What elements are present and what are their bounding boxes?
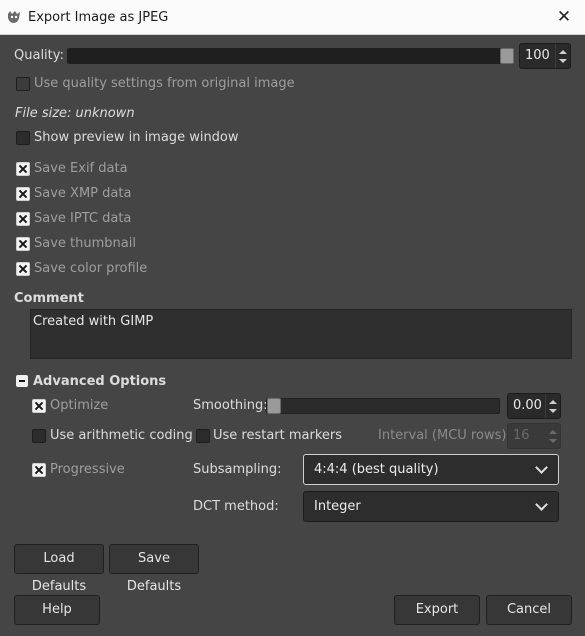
title-bar: Export Image as JPEG ✕ xyxy=(0,0,585,35)
interval-stepper xyxy=(545,424,560,448)
close-icon[interactable]: ✕ xyxy=(553,6,575,28)
chevron-down-icon xyxy=(535,498,548,511)
cancel-button[interactable]: Cancel xyxy=(486,595,572,625)
decrement-icon xyxy=(549,439,557,443)
subsampling-selected: 4:4:4 (best quality) xyxy=(314,462,439,477)
save-xmp-checkbox[interactable] xyxy=(16,187,30,201)
arithmetic-coding-checkbox[interactable] xyxy=(32,429,46,443)
dct-method-selected: Integer xyxy=(314,499,361,514)
smoothing-label: Smoothing: xyxy=(193,398,268,413)
progressive-checkbox[interactable] xyxy=(32,463,46,477)
optimize-label[interactable]: Optimize xyxy=(50,398,108,413)
increment-icon[interactable] xyxy=(549,400,557,404)
export-button[interactable]: Export xyxy=(394,595,480,625)
advanced-options-heading[interactable]: Advanced Options xyxy=(33,374,166,389)
help-button[interactable]: Help xyxy=(14,595,100,625)
use-original-quality-label[interactable]: Use quality settings from original image xyxy=(34,76,295,91)
progressive-label[interactable]: Progressive xyxy=(50,462,125,477)
comment-text[interactable]: Created with GIMP xyxy=(33,314,153,329)
show-preview-label[interactable]: Show preview in image window xyxy=(34,130,239,145)
dct-method-dropdown[interactable]: Integer xyxy=(303,491,559,522)
comment-heading: Comment xyxy=(14,291,84,306)
decrement-icon[interactable] xyxy=(549,409,557,413)
quality-slider-fill xyxy=(68,49,506,63)
load-defaults-button[interactable]: Load Defaults xyxy=(14,544,104,594)
smoothing-value: 0.00 xyxy=(513,398,542,413)
save-color-profile-checkbox[interactable] xyxy=(16,262,30,276)
save-exif-label[interactable]: Save Exif data xyxy=(34,161,128,176)
quality-value: 100 xyxy=(525,48,550,63)
save-thumbnail-checkbox[interactable] xyxy=(16,237,30,251)
increment-icon[interactable] xyxy=(559,50,567,54)
quality-spinbutton[interactable]: 100 xyxy=(519,43,571,69)
use-original-quality-checkbox[interactable] xyxy=(16,77,30,91)
quality-label: Quality: xyxy=(14,48,64,63)
save-xmp-label[interactable]: Save XMP data xyxy=(34,186,131,201)
window-title: Export Image as JPEG xyxy=(28,10,169,25)
file-size-label: File size: unknown xyxy=(15,106,135,121)
restart-markers-label[interactable]: Use restart markers xyxy=(213,428,342,443)
smoothing-slider[interactable] xyxy=(266,398,500,414)
quality-slider-handle[interactable] xyxy=(500,48,514,64)
comment-textarea[interactable]: Created with GIMP xyxy=(30,309,572,359)
gimp-app-icon xyxy=(6,9,22,25)
save-defaults-button[interactable]: Save Defaults xyxy=(109,544,199,594)
collapse-icon[interactable] xyxy=(16,375,28,387)
dct-method-label: DCT method: xyxy=(193,499,279,514)
smoothing-stepper[interactable] xyxy=(545,394,560,418)
optimize-checkbox[interactable] xyxy=(32,399,46,413)
quality-slider[interactable] xyxy=(67,48,514,64)
increment-icon xyxy=(549,430,557,434)
save-color-profile-label[interactable]: Save color profile xyxy=(34,261,147,276)
interval-spinbutton: 16 xyxy=(507,423,561,449)
save-thumbnail-label[interactable]: Save thumbnail xyxy=(34,236,136,251)
export-jpeg-dialog: Quality: 100 Use quality settings from o… xyxy=(1,35,584,635)
smoothing-slider-handle[interactable] xyxy=(267,398,281,414)
subsampling-dropdown[interactable]: 4:4:4 (best quality) xyxy=(303,454,559,485)
interval-label: Interval (MCU rows): xyxy=(378,428,511,443)
chevron-down-icon xyxy=(535,461,548,474)
save-iptc-label[interactable]: Save IPTC data xyxy=(34,211,131,226)
interval-value: 16 xyxy=(513,428,530,443)
save-iptc-checkbox[interactable] xyxy=(16,212,30,226)
save-exif-checkbox[interactable] xyxy=(16,162,30,176)
restart-markers-checkbox[interactable] xyxy=(196,429,210,443)
show-preview-checkbox[interactable] xyxy=(16,131,30,145)
subsampling-label: Subsampling: xyxy=(193,462,282,477)
smoothing-spinbutton[interactable]: 0.00 xyxy=(507,393,561,419)
decrement-icon[interactable] xyxy=(559,59,567,63)
quality-stepper[interactable] xyxy=(555,44,570,68)
arithmetic-coding-label[interactable]: Use arithmetic coding xyxy=(50,428,193,443)
